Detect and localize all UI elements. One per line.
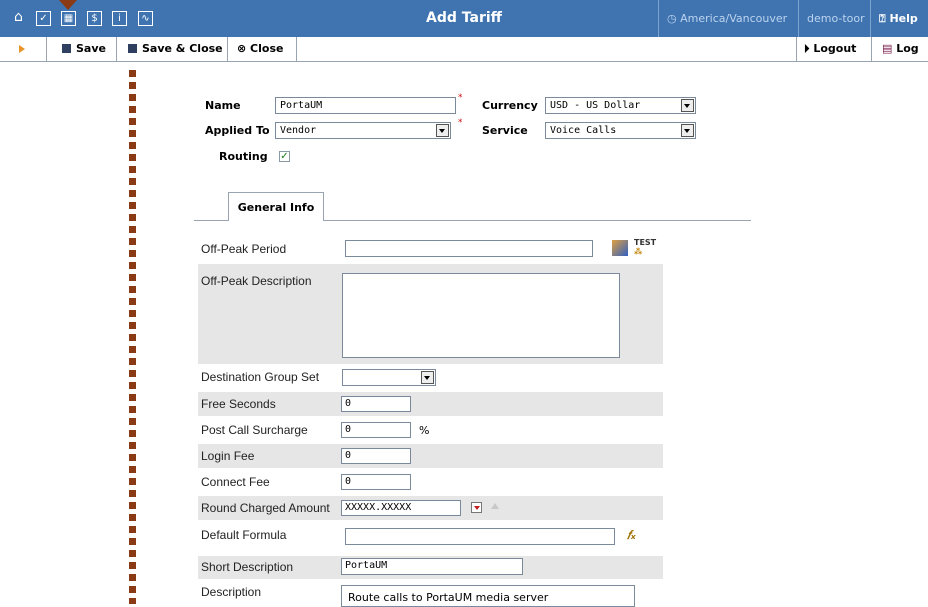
- login-fee-row: Login Fee: [198, 444, 663, 468]
- routing-checkbox[interactable]: ✓: [279, 151, 290, 162]
- save-close-button[interactable]: Save & Close: [117, 37, 228, 61]
- toolbar: Save Save & Close ⊗ Close ⏵ Logout ▤ Log: [0, 37, 928, 62]
- name-input[interactable]: PortaUM: [275, 97, 456, 114]
- service-label: Service: [482, 124, 528, 137]
- triangle-up-icon[interactable]: [491, 503, 499, 509]
- post-call-surcharge-input[interactable]: 0: [341, 422, 411, 438]
- help-icon: ⍰: [879, 12, 890, 25]
- required-mark: *: [458, 118, 463, 128]
- tab-general-info[interactable]: General Info: [228, 192, 324, 221]
- routing-label: Routing: [219, 150, 268, 163]
- currency-select[interactable]: USD - US Dollar: [545, 97, 696, 114]
- clock-icon: ◷: [667, 12, 681, 25]
- user-link[interactable]: demo-toor: [798, 0, 870, 37]
- round-charged-amount-input[interactable]: XXXXX.XXXXX: [341, 500, 461, 516]
- destination-group-set-select[interactable]: [342, 369, 436, 386]
- floppy-icon: [62, 44, 71, 53]
- log-button[interactable]: ▤ Log: [872, 37, 928, 61]
- close-button[interactable]: ⊗ Close: [228, 37, 297, 61]
- applied-to-label: Applied To: [205, 124, 270, 137]
- required-mark: *: [458, 93, 463, 103]
- round-down-button[interactable]: [471, 502, 482, 513]
- top-bar: ⌂ ✓ ▦ $ i ∿ Add Tariff ◷ America/Vancouv…: [0, 0, 928, 37]
- off-peak-description-textarea[interactable]: [342, 273, 620, 358]
- timezone-link[interactable]: ◷ America/Vancouver: [658, 0, 798, 37]
- dropdown-arrow-icon: [436, 124, 449, 137]
- service-select[interactable]: Voice Calls: [545, 122, 696, 139]
- name-label: Name: [205, 99, 241, 112]
- dropdown-arrow-icon: [681, 99, 694, 112]
- connect-fee-row: Connect Fee: [201, 475, 270, 489]
- triangle-down-icon: [474, 506, 480, 510]
- login-fee-input[interactable]: 0: [341, 448, 411, 464]
- formula-wizard-icon[interactable]: 𝑓ₓ: [627, 528, 636, 543]
- test-icon[interactable]: TEST ⁂: [634, 238, 656, 256]
- logout-icon: ⏵: [804, 42, 814, 55]
- dropdown-arrow-icon: [681, 124, 694, 137]
- help-link[interactable]: ⍰ Help: [870, 0, 928, 37]
- percent-label: %: [419, 424, 430, 437]
- play-arrow-icon: [19, 45, 25, 53]
- applied-to-select[interactable]: Vendor: [275, 122, 451, 139]
- post-call-surcharge-row: Post Call Surcharge: [201, 423, 308, 437]
- floppy-icon: [128, 44, 137, 53]
- free-seconds-row: Free Seconds: [198, 392, 663, 416]
- close-icon: ⊗: [237, 42, 251, 55]
- default-formula-input[interactable]: [345, 528, 615, 545]
- off-peak-period-input[interactable]: [345, 240, 593, 257]
- menu-toggle[interactable]: [0, 37, 47, 61]
- currency-label: Currency: [482, 99, 538, 112]
- short-description-input[interactable]: PortaUM: [341, 558, 523, 575]
- dropdown-arrow-icon: [421, 371, 434, 384]
- log-icon: ▤: [882, 42, 897, 55]
- logout-button[interactable]: ⏵ Logout: [796, 37, 872, 61]
- connect-fee-input[interactable]: 0: [341, 474, 411, 490]
- wizard-icon[interactable]: [612, 240, 628, 256]
- annotation-pointer: [59, 0, 77, 10]
- save-button[interactable]: Save: [47, 37, 117, 61]
- free-seconds-input[interactable]: 0: [341, 396, 411, 412]
- annotation-dotted-line: [129, 70, 136, 604]
